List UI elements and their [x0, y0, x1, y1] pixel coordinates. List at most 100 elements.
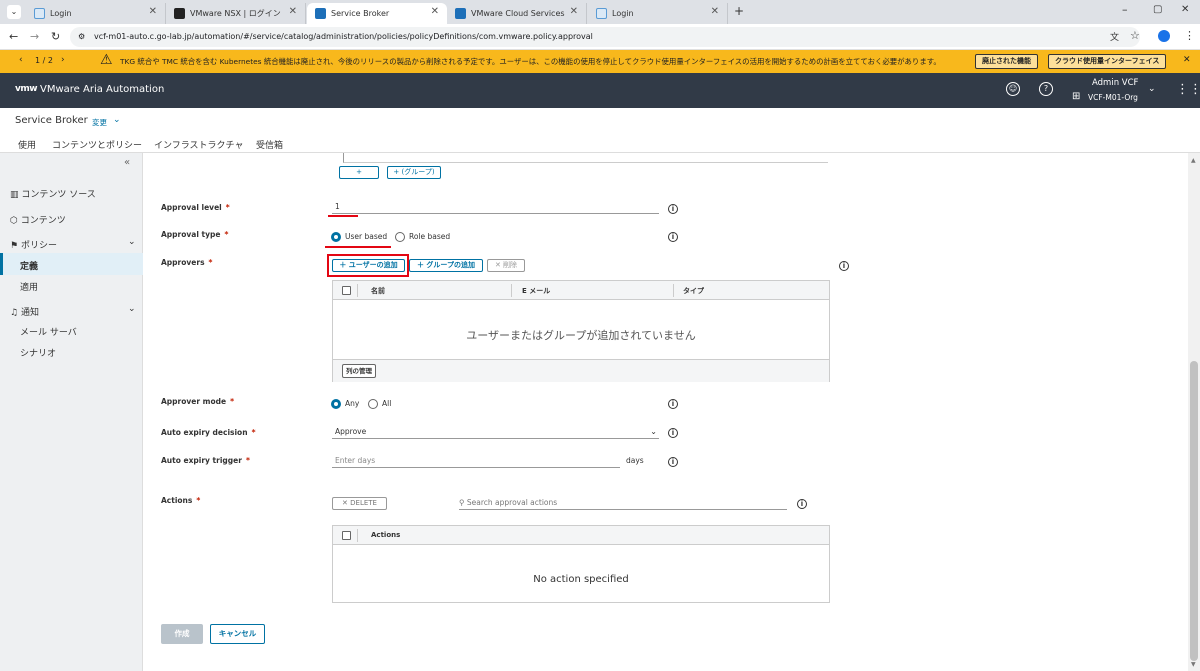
scroll-down-icon[interactable]: ▼	[1191, 661, 1196, 668]
add-group-condition-button[interactable]: + (グループ)	[387, 166, 441, 179]
tab-list-dropdown-icon[interactable]: ⌄	[7, 5, 21, 19]
tab-infrastructure[interactable]: インフラストラクチャ	[154, 138, 243, 151]
add-condition-button[interactable]: +	[339, 166, 379, 179]
user-based-radio[interactable]	[331, 232, 341, 242]
sidebar-item-definitions[interactable]: 定義	[0, 253, 143, 275]
change-service-link[interactable]: 変更	[92, 117, 107, 128]
browser-tab-1[interactable]: VMware NSX | ログイン ✕	[166, 3, 306, 24]
sidebar-item-notifications[interactable]: ♫ 通知 ⌄	[10, 304, 153, 318]
info-icon[interactable]: i	[668, 232, 678, 242]
select-all-checkbox[interactable]	[342, 531, 351, 540]
role-based-label[interactable]: Role based	[409, 232, 450, 241]
url-input[interactable]: ⚙ vcf-m01-auto.c.go-lab.jp/automation/#/…	[70, 27, 1140, 47]
user-name[interactable]: Admin VCF	[1092, 78, 1138, 88]
help-icon[interactable]: ?	[1039, 82, 1053, 96]
role-based-radio[interactable]	[395, 232, 405, 242]
app-launcher-icon[interactable]: ⋮⋮	[1176, 82, 1200, 97]
info-icon[interactable]: i	[668, 428, 678, 438]
app-title[interactable]: VMware Aria Automation	[40, 84, 164, 95]
browser-tab-3[interactable]: VMware Cloud Services ✕	[447, 3, 587, 24]
manage-columns-button[interactable]: 列の管理	[342, 364, 376, 378]
add-group-button[interactable]: ＋ グループの追加	[409, 259, 483, 272]
close-icon[interactable]: ✕	[431, 6, 439, 17]
chevron-down-icon[interactable]: ⌄	[128, 237, 136, 247]
all-label[interactable]: All	[382, 399, 391, 408]
new-tab-icon[interactable]: +	[734, 4, 744, 18]
close-icon[interactable]: ✕	[149, 6, 157, 17]
cancel-button[interactable]: キャンセル	[210, 624, 265, 644]
scrollbar-thumb[interactable]	[1190, 361, 1198, 661]
tab-inbox[interactable]: 受信箱	[256, 138, 283, 151]
bookmark-star-icon[interactable]: ☆	[1130, 29, 1140, 42]
org-name[interactable]: VCF-M01-Org	[1088, 93, 1138, 102]
create-button[interactable]: 作成	[161, 624, 203, 644]
feedback-icon[interactable]: ☺	[1006, 82, 1020, 96]
collapse-sidebar-icon[interactable]: «	[124, 157, 130, 168]
banner-message: TKG 統合や TMC 統合を含む Kubernetes 統合機能は廃止され、今…	[120, 57, 941, 66]
info-icon[interactable]: i	[668, 204, 678, 214]
service-header: Service Broker 変更 ⌄ 使用 コンテンツとポリシー インフラスト…	[0, 108, 1200, 158]
reload-icon[interactable]: ↻	[51, 30, 60, 43]
user-menu-chevron-icon[interactable]: ⌄	[1148, 84, 1156, 94]
chevron-down-icon[interactable]: ⌄	[113, 115, 121, 125]
site-info-icon[interactable]: ⚙	[78, 27, 85, 47]
window-close-icon[interactable]: ✕	[1181, 4, 1189, 15]
vertical-scrollbar[interactable]: ▲ ▼	[1188, 153, 1200, 671]
close-icon[interactable]: ✕	[289, 6, 297, 17]
cloud-usage-button[interactable]: クラウド使用量インターフェイス	[1048, 54, 1167, 69]
all-radio[interactable]	[368, 399, 378, 409]
column-type[interactable]: タイプ	[683, 286, 704, 296]
info-icon[interactable]: i	[668, 457, 678, 467]
banner-close-icon[interactable]: ✕	[1183, 55, 1191, 65]
browser-tab-0[interactable]: Login ✕	[26, 3, 166, 24]
banner-prev-icon[interactable]: ‹	[19, 55, 23, 65]
sidebar-item-enforcement[interactable]: 適用	[20, 280, 163, 293]
add-user-button[interactable]: ＋ ユーザーの追加	[332, 259, 405, 272]
banner-next-icon[interactable]: ›	[61, 55, 65, 65]
minimize-icon[interactable]: –	[1122, 3, 1128, 16]
column-name[interactable]: 名前	[371, 286, 385, 296]
any-label[interactable]: Any	[345, 399, 359, 408]
tab-consume[interactable]: 使用	[18, 138, 36, 151]
any-radio[interactable]	[331, 399, 341, 409]
column-email[interactable]: E メール	[522, 286, 550, 296]
back-icon[interactable]: ←	[9, 30, 18, 43]
label-text: Actions	[161, 496, 193, 505]
auto-expiry-trigger-input[interactable]: Enter days	[332, 455, 620, 468]
scroll-up-icon[interactable]: ▲	[1191, 157, 1196, 164]
user-based-label[interactable]: User based	[345, 232, 387, 241]
table-footer: 列の管理	[333, 359, 829, 382]
selected-value: Approve	[335, 427, 367, 436]
auto-expiry-decision-select[interactable]: Approve ⌄	[332, 426, 659, 439]
sidebar-item-content[interactable]: ⬡ コンテンツ	[10, 213, 153, 226]
forward-icon[interactable]: →	[30, 30, 39, 43]
sidebar-item-email-server[interactable]: メール サーバ	[20, 325, 163, 338]
info-icon[interactable]: i	[797, 499, 807, 509]
close-icon[interactable]: ✕	[570, 6, 578, 17]
browser-menu-icon[interactable]: ⋮	[1184, 29, 1195, 42]
close-icon[interactable]: ✕	[711, 6, 719, 17]
chevron-down-icon[interactable]: ⌄	[128, 304, 136, 314]
translate-icon[interactable]: 文	[1110, 30, 1119, 43]
maximize-icon[interactable]: ▢	[1153, 4, 1162, 15]
delete-action-button[interactable]: ✕ DELETE	[332, 497, 387, 510]
column-actions[interactable]: Actions	[371, 531, 400, 539]
approval-level-input[interactable]: 1	[332, 201, 659, 214]
sidebar-item-policies[interactable]: ⚑ ポリシー ⌄	[10, 237, 153, 251]
sidebar-item-scenarios[interactable]: シナリオ	[20, 346, 163, 359]
profile-avatar-icon[interactable]	[1158, 30, 1170, 42]
info-icon[interactable]: i	[839, 261, 849, 271]
search-placeholder: Search approval actions	[466, 498, 558, 507]
approver-mode-label: Approver mode *	[161, 397, 234, 406]
browser-tab-4[interactable]: Login ✕	[588, 3, 728, 24]
deprecated-features-button[interactable]: 廃止された機能	[975, 54, 1038, 69]
browser-tab-2[interactable]: Service Broker ✕	[307, 3, 447, 24]
sidebar-item-content-sources[interactable]: ▥ コンテンツ ソース	[10, 187, 153, 200]
content-sources-icon: ▥	[10, 190, 19, 200]
select-all-checkbox[interactable]	[342, 286, 351, 295]
bell-icon: ♫	[10, 308, 19, 318]
days-unit: days	[626, 456, 644, 465]
search-actions-input[interactable]: ⚲ Search approval actions	[459, 497, 787, 510]
delete-approver-button[interactable]: ✕ 削除	[487, 259, 525, 272]
info-icon[interactable]: i	[668, 399, 678, 409]
